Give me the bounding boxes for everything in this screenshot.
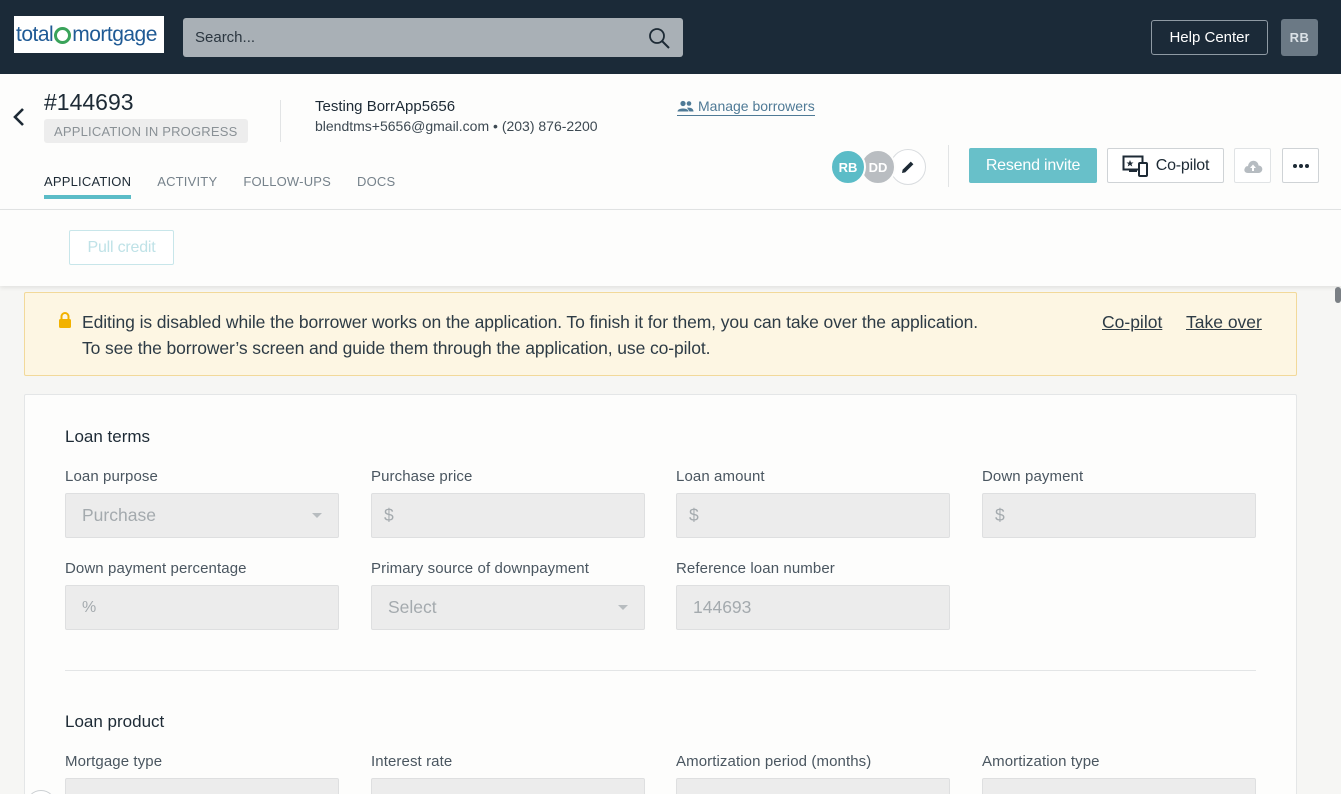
tab-activity[interactable]: ACTIVITY (157, 174, 217, 199)
pencil-icon (902, 161, 914, 173)
search-placeholder: Search... (195, 29, 256, 46)
copilot-label: Co-pilot (1155, 156, 1210, 174)
interest-rate-label: Interest rate (371, 753, 453, 770)
section-divider (65, 670, 1256, 671)
pull-credit-button[interactable]: Pull credit (69, 230, 174, 265)
amortization-type-label: Amortization type (982, 753, 1100, 770)
resend-invite-button[interactable]: Resend invite (969, 148, 1097, 183)
loan-purpose-value: Purchase (82, 505, 156, 525)
logo-text-total: total (16, 22, 54, 46)
amortization-period-input[interactable] (676, 778, 950, 794)
logo-ring-icon (54, 27, 72, 44)
notice-line-2: To see the borrower’s screen and guide t… (82, 338, 711, 358)
borrower-name: Testing BorrApp5656 (315, 98, 456, 115)
logo-text-mortgage: mortgage (72, 22, 157, 46)
help-center-button[interactable]: Help Center (1151, 20, 1268, 55)
currency-prefix: $ (995, 505, 1005, 525)
purchase-price-input[interactable]: $ (371, 493, 645, 538)
lock-icon (59, 312, 71, 328)
cloud-upload-icon (1243, 160, 1262, 173)
search-icon[interactable] (647, 26, 671, 50)
currency-prefix: $ (384, 505, 394, 525)
chevron-down-icon (618, 605, 628, 610)
upload-button[interactable] (1234, 148, 1271, 183)
manage-borrowers-link[interactable]: Manage borrowers (677, 98, 815, 116)
ellipsis-icon (1292, 163, 1309, 168)
reference-loan-number-input[interactable]: 144693 (676, 585, 950, 630)
borrower-contact: blendtms+5656@gmail.com • (203) 876-2200 (315, 118, 598, 134)
company-logo[interactable]: total mortgage (14, 16, 164, 53)
interest-rate-input[interactable] (371, 778, 645, 794)
scrollbar-thumb[interactable] (1335, 287, 1341, 303)
loan-purpose-label: Loan purpose (65, 468, 158, 485)
amortization-type-select[interactable] (982, 778, 1256, 794)
manage-borrowers-label: Manage borrowers (698, 98, 815, 114)
downpayment-source-label: Primary source of downpayment (371, 560, 589, 577)
down-payment-input[interactable]: $ (982, 493, 1256, 538)
purchase-price-label: Purchase price (371, 468, 473, 485)
reference-loan-number-label: Reference loan number (676, 560, 835, 577)
header-divider (280, 100, 281, 142)
loan-product-title: Loan product (65, 712, 165, 731)
down-payment-percentage-input[interactable]: % (65, 585, 339, 630)
currency-prefix: $ (689, 505, 699, 525)
amortization-period-label: Amortization period (months) (676, 753, 872, 770)
copilot-button[interactable]: Co-pilot (1107, 148, 1224, 183)
loan-terms-title: Loan terms (65, 427, 151, 446)
tab-docs[interactable]: DOCS (357, 174, 395, 199)
user-avatar[interactable]: RB (1281, 19, 1318, 56)
mortgage-type-select[interactable] (65, 778, 339, 794)
down-payment-label: Down payment (982, 468, 1084, 485)
take-over-link[interactable]: Take over (1186, 312, 1262, 333)
loan-number: #144693 (44, 89, 134, 115)
editing-disabled-notice: Editing is disabled while the borrower w… (24, 292, 1297, 376)
reference-loan-number-value: 144693 (693, 597, 752, 617)
borrower-avatar-rb[interactable]: RB (830, 149, 866, 185)
loan-amount-label: Loan amount (676, 468, 765, 485)
mortgage-type-label: Mortgage type (65, 753, 163, 770)
tab-follow-ups[interactable]: FOLLOW-UPS (243, 174, 331, 199)
tab-application[interactable]: APPLICATION (44, 174, 132, 199)
chevron-down-icon (312, 513, 322, 518)
people-icon (677, 100, 694, 112)
downpayment-source-value: Select (388, 597, 437, 617)
downpayment-source-select[interactable]: Select (371, 585, 645, 630)
more-options-button[interactable] (1282, 148, 1319, 183)
percent-suffix: % (82, 598, 97, 616)
back-arrow-icon[interactable] (10, 106, 28, 128)
top-navigation-bar: total mortgage Search... Help Center RB (0, 0, 1341, 74)
screen-share-icon (1122, 155, 1148, 177)
search-input[interactable]: Search... (183, 18, 683, 57)
status-badge: APPLICATION IN PROGRESS (44, 119, 248, 143)
application-tabs: APPLICATION ACTIVITY FOLLOW-UPS DOCS (44, 174, 421, 199)
notice-line-1: Editing is disabled while the borrower w… (82, 312, 979, 332)
loan-amount-input[interactable]: $ (676, 493, 950, 538)
actions-divider (948, 145, 949, 187)
loan-purpose-select[interactable]: Purchase (65, 493, 339, 538)
credit-action-bar (0, 210, 1341, 286)
copilot-link[interactable]: Co-pilot (1102, 312, 1162, 333)
down-payment-percentage-label: Down payment percentage (65, 560, 247, 577)
